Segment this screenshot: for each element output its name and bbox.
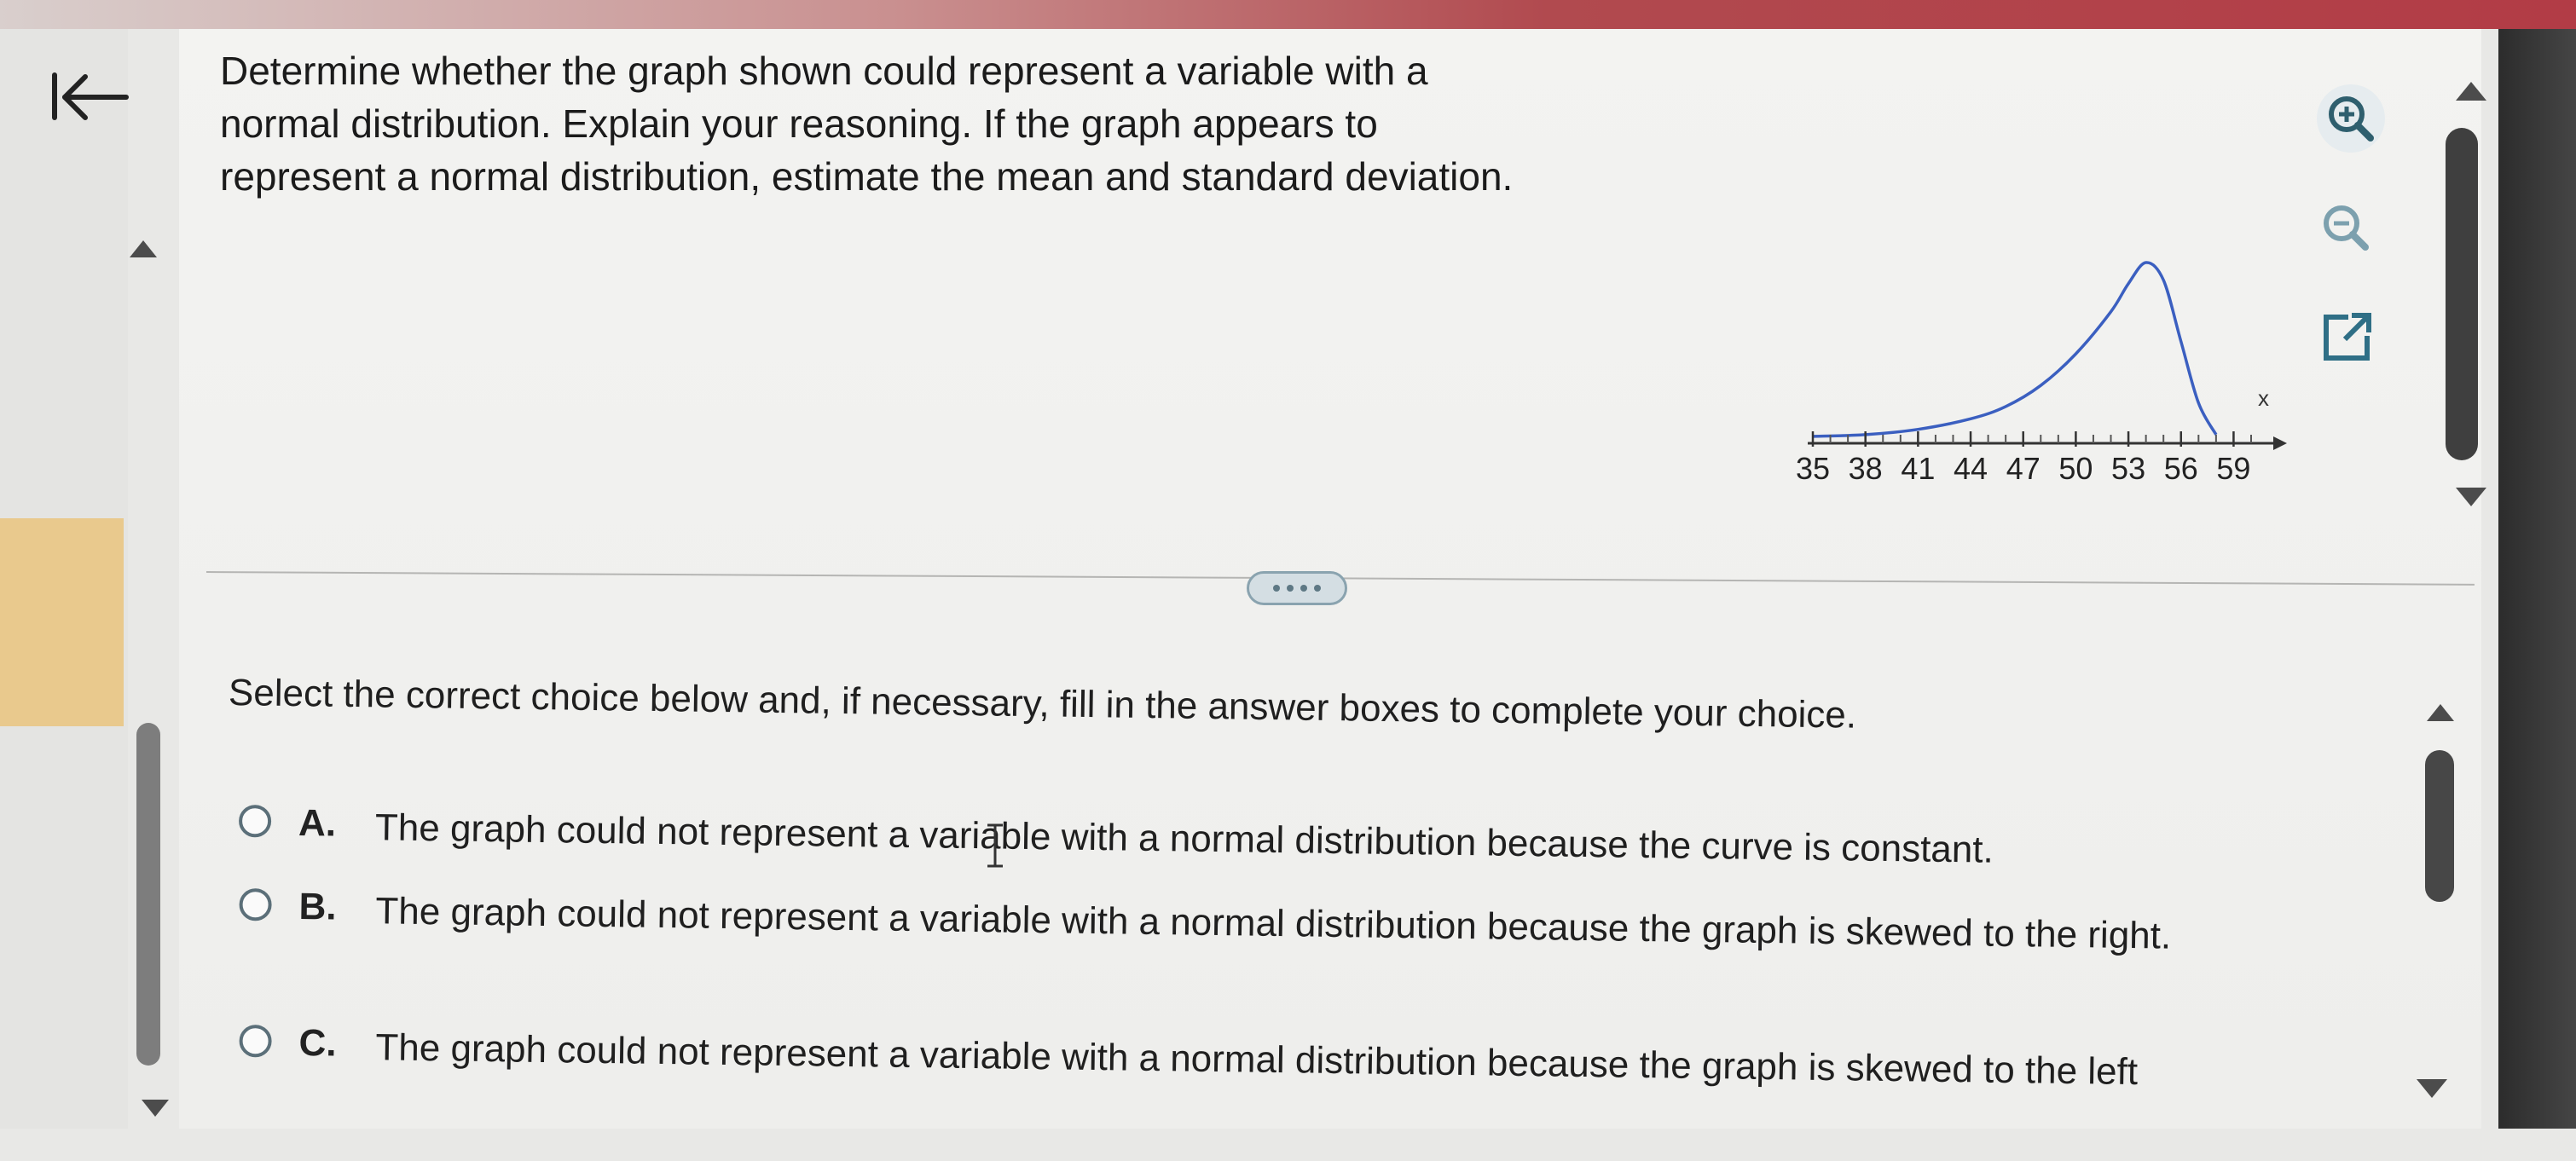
scroll-up-icon[interactable]: [2456, 82, 2486, 101]
back-to-start-icon[interactable]: [44, 66, 138, 152]
x-tick-label: 41: [1901, 451, 1935, 486]
rail-scroll-down-icon[interactable]: [142, 1100, 169, 1117]
radio-button[interactable]: [239, 888, 272, 921]
x-tick-label: 44: [1954, 451, 1988, 486]
x-axis-label: x: [2258, 385, 2269, 411]
x-tick-label: 59: [2216, 451, 2250, 486]
question-line: normal distribution. Explain your reason…: [220, 101, 1378, 146]
popout-icon[interactable]: [2307, 300, 2384, 377]
expand-handle[interactable]: [1247, 571, 1347, 605]
dot-icon: [1287, 585, 1294, 592]
x-tick-label: 38: [1849, 451, 1883, 486]
question-scrollbar[interactable]: [2446, 128, 2478, 460]
choice-letter: C.: [298, 1021, 337, 1065]
dot-icon: [1300, 585, 1307, 592]
question-line: represent a normal distribution, estimat…: [220, 154, 1514, 199]
zoom-in-icon[interactable]: [2313, 80, 2389, 157]
question-line: Determine whether the graph shown could …: [220, 49, 1428, 93]
rail-highlight: [0, 518, 124, 726]
scroll-down-icon[interactable]: [2456, 488, 2486, 506]
x-tick-label: 56: [2164, 451, 2198, 486]
question-text: Determine whether the graph shown could …: [220, 44, 1721, 203]
choice-letter: A.: [298, 801, 337, 845]
radio-button[interactable]: [239, 1025, 272, 1058]
x-tick-label: 53: [2111, 451, 2145, 486]
dot-icon: [1314, 585, 1321, 592]
dot-icon: [1273, 585, 1280, 592]
distribution-chart: 35 38 41 44 47 50 53 56 59 x: [1796, 261, 2287, 486]
rail-scrollbar[interactable]: [136, 723, 160, 1066]
choice-letter: B.: [298, 885, 337, 928]
x-tick-label: 35: [1796, 451, 1830, 486]
zoom-out-icon[interactable]: [2307, 189, 2384, 266]
choices-scrollbar[interactable]: [2425, 750, 2454, 902]
text-cursor-icon: [987, 823, 1003, 868]
header-accent-bar: [0, 0, 2576, 29]
x-tick-label: 47: [2006, 451, 2041, 486]
device-edge: [2498, 29, 2576, 1129]
x-axis-arrow: [2273, 436, 2287, 450]
x-tick-label: 50: [2058, 451, 2093, 486]
rail-scroll-up-icon[interactable]: [130, 240, 157, 257]
distribution-curve: [1812, 261, 2218, 438]
choices-scroll-down-icon[interactable]: [2417, 1079, 2447, 1098]
radio-button[interactable]: [238, 805, 272, 838]
choices-scroll-up-icon[interactable]: [2427, 704, 2454, 721]
